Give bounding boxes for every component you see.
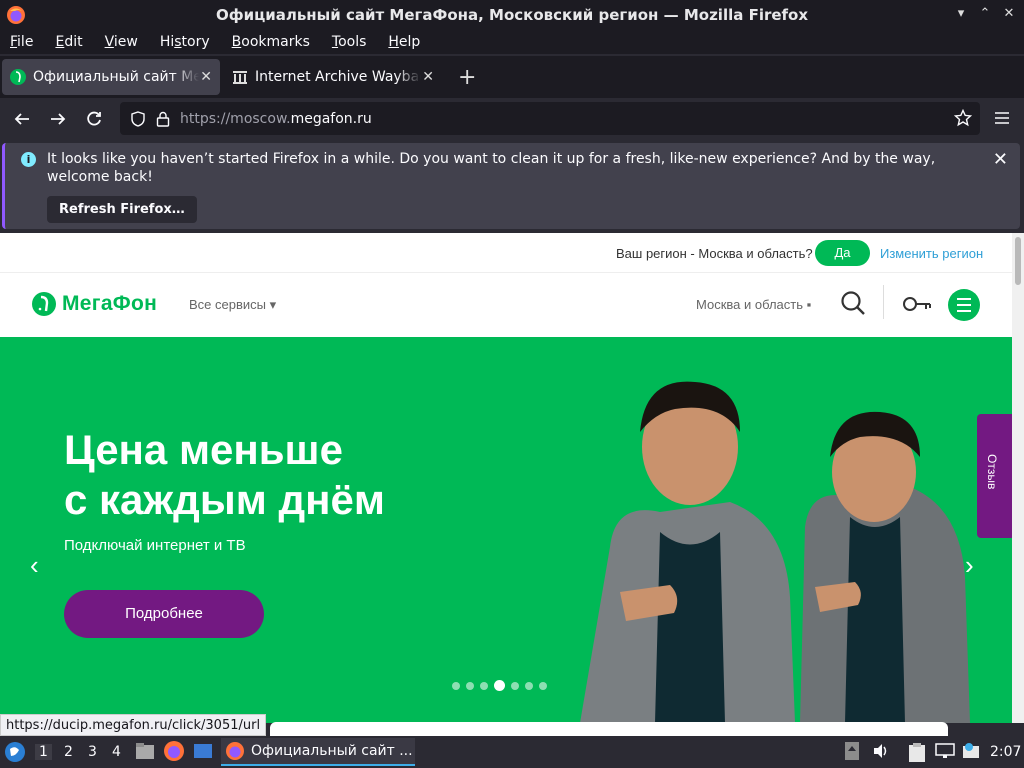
tab-label: Internet Archive Wayback Machine	[255, 69, 421, 85]
all-services-dropdown[interactable]: Все сервисы ▾	[189, 297, 276, 313]
close-icon[interactable]: ✕	[1002, 6, 1016, 22]
hero-person-image	[580, 381, 970, 723]
reload-button[interactable]	[80, 105, 108, 133]
tab-megafon[interactable]: Официальный сайт МегаФона ✕	[2, 59, 220, 95]
nav-bar: https://moscow.megafon.ru	[0, 99, 1024, 139]
region-yes-button[interactable]: Да	[815, 240, 870, 266]
clipboard-icon[interactable]	[908, 742, 926, 762]
change-region-link[interactable]: Изменить регион	[880, 246, 983, 261]
slide-dot[interactable]	[452, 681, 460, 690]
info-icon: i	[21, 152, 36, 167]
lock-icon[interactable]	[156, 111, 170, 127]
more-details-button[interactable]: Подробнее	[64, 590, 264, 638]
slide-indicators	[452, 680, 547, 691]
upload-tray-icon[interactable]	[845, 742, 859, 760]
menu-help[interactable]: Help	[388, 34, 420, 50]
minimize-icon[interactable]: ▾	[954, 6, 968, 22]
slide-dot[interactable]	[480, 681, 488, 690]
feedback-tab[interactable]: Отзыв	[977, 414, 1012, 538]
new-tab-icon[interactable]: +	[458, 65, 476, 90]
task-label: Официальный сайт ...	[251, 743, 413, 759]
menu-history[interactable]: History	[160, 34, 210, 50]
next-slide-icon[interactable]: ›	[965, 550, 974, 581]
forward-arrow-icon	[51, 113, 66, 125]
firefox-launcher-icon[interactable]	[163, 740, 185, 762]
slide-dot[interactable]	[466, 681, 474, 690]
search-icon[interactable]	[840, 290, 866, 319]
volume-icon[interactable]	[872, 742, 890, 760]
megafon-logo[interactable]: МегаФон	[32, 292, 157, 316]
tab-wayback[interactable]: Internet Archive Wayback Machine ✕	[224, 59, 442, 95]
slide-dot-active[interactable]	[494, 680, 505, 691]
scrollbar-thumb[interactable]	[1015, 237, 1021, 285]
menu-edit[interactable]: Edit	[55, 34, 82, 50]
menu-bookmarks[interactable]: Bookmarks	[232, 34, 310, 50]
web-page: Ваш регион - Москва и область? Да Измени…	[0, 233, 1012, 723]
tracking-shield-icon[interactable]	[130, 110, 146, 127]
desktop-icon[interactable]	[192, 740, 214, 762]
site-header: МегаФон Все сервисы ▾ Москва и область ▪	[0, 273, 1012, 337]
tab-bar: Официальный сайт МегаФона ✕ Internet Arc…	[0, 56, 1024, 98]
workspace-4[interactable]: 4	[112, 744, 121, 760]
window-titlebar: Официальный сайт МегаФона, Московский ре…	[0, 0, 1024, 30]
notification-message: It looks like you haven’t started Firefo…	[47, 151, 936, 185]
status-link-preview: https://ducip.megafon.ru/click/3051/url	[0, 714, 267, 736]
reload-icon	[87, 111, 101, 126]
site-menu-button[interactable]	[948, 289, 980, 321]
tab-label: Официальный сайт МегаФона	[33, 69, 199, 85]
region-question: Ваш регион - Москва и область?	[616, 246, 813, 261]
url-text: https://moscow.megafon.ru	[180, 110, 372, 127]
logo-text: МегаФон	[62, 292, 158, 315]
notification-tray-icon[interactable]	[962, 742, 980, 760]
hero-title: Цена меньше с каждым днём	[64, 426, 385, 523]
slide-dot[interactable]	[539, 681, 547, 690]
back-button[interactable]	[8, 105, 36, 133]
notification-close-icon[interactable]: ✕	[993, 149, 1008, 170]
content-card-edge	[270, 722, 948, 736]
menu-tools[interactable]: Tools	[332, 34, 367, 50]
menu-bar: File Edit View History Bookmarks Tools H…	[0, 30, 1024, 54]
header-divider	[883, 285, 884, 319]
menu-file[interactable]: File	[10, 34, 33, 50]
workspace-3[interactable]: 3	[88, 744, 97, 760]
slide-dot[interactable]	[525, 681, 533, 690]
hero-subtitle: Подключай интернет и ТВ	[64, 537, 246, 554]
page-scrollbar[interactable]	[1012, 233, 1024, 723]
region-bar: Ваш регион - Москва и область? Да Измени…	[0, 233, 1012, 273]
bookmark-star-icon[interactable]	[953, 108, 973, 131]
tab-close-icon[interactable]: ✕	[200, 69, 212, 85]
tab-close-icon[interactable]: ✕	[422, 69, 434, 85]
app-menu-icon[interactable]	[994, 111, 1010, 129]
window-title: Официальный сайт МегаФона, Московский ре…	[215, 6, 809, 24]
prev-slide-icon[interactable]: ‹	[30, 550, 39, 581]
logo-mark-icon	[32, 292, 56, 316]
url-bar[interactable]: https://moscow.megafon.ru	[120, 102, 980, 135]
slide-dot[interactable]	[511, 681, 519, 690]
forward-button[interactable]	[44, 105, 72, 133]
taskbar-firefox-task[interactable]: Официальный сайт ...	[221, 738, 415, 766]
taskbar: 1 2 3 4 Официальный сайт ... 2:07	[0, 736, 1024, 768]
refresh-firefox-button[interactable]: Refresh Firefox…	[47, 196, 197, 223]
maximize-icon[interactable]: ⌃	[978, 6, 992, 22]
firefox-task-icon	[226, 742, 244, 760]
start-menu-icon[interactable]	[4, 741, 26, 767]
firefox-icon	[7, 6, 25, 24]
clock: 2:07	[990, 744, 1022, 760]
megafon-favicon-icon	[10, 69, 26, 85]
login-key-icon[interactable]	[902, 295, 932, 316]
menu-view[interactable]: View	[105, 34, 138, 50]
workspace-1[interactable]: 1	[35, 744, 52, 760]
region-selector[interactable]: Москва и область ▪	[696, 297, 811, 312]
back-arrow-icon	[14, 113, 29, 125]
workspace-2[interactable]: 2	[64, 744, 73, 760]
file-manager-icon[interactable]	[134, 740, 156, 762]
network-icon[interactable]	[935, 742, 955, 760]
hero-banner: Цена меньше с каждым днём Подключай инте…	[0, 337, 1012, 723]
refresh-notification: i It looks like you haven’t started Fire…	[2, 143, 1020, 229]
archive-favicon-icon	[233, 71, 247, 84]
